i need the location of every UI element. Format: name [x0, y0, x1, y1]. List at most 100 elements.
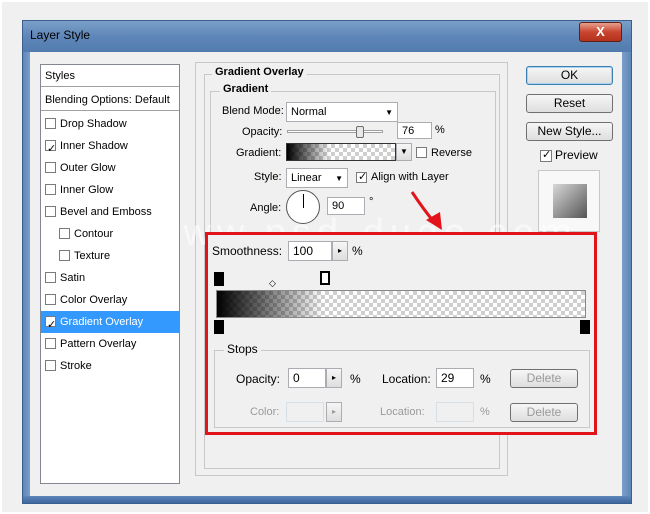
style-item-satin[interactable]: Satin [41, 267, 179, 289]
color-delete-button[interactable]: Delete [510, 403, 578, 422]
midpoint-diamond-icon[interactable]: ◇ [269, 278, 276, 289]
stop-location-unit: % [480, 372, 491, 386]
stop-opacity-stepper[interactable]: ▸ [326, 368, 342, 388]
checkbox[interactable] [45, 360, 56, 371]
style-item-label: Stroke [60, 360, 92, 372]
style-item-label: Drop Shadow [60, 118, 127, 130]
angle-input[interactable]: 90 [327, 197, 365, 215]
reset-button[interactable]: Reset [526, 94, 613, 113]
gradient-dropdown[interactable]: ▼ [396, 143, 412, 161]
opacity-stop-selected[interactable] [320, 271, 330, 285]
color-swatch[interactable] [286, 402, 324, 422]
chevron-down-icon: ▼ [385, 108, 393, 117]
opacity-input[interactable]: 76 [397, 122, 432, 139]
smoothness-input[interactable]: 100 [288, 241, 332, 261]
blend-mode-value: Normal [291, 106, 327, 118]
style-item-inner-shadow[interactable]: ✓ Inner Shadow [41, 135, 179, 157]
reverse-checkbox[interactable] [416, 147, 427, 158]
style-value: Linear [291, 172, 322, 184]
stop-location-label: Location: [382, 372, 431, 386]
style-item-texture[interactable]: Texture [41, 245, 179, 267]
style-item-drop-shadow[interactable]: Drop Shadow [41, 113, 179, 135]
angle-unit: ° [369, 196, 374, 208]
angle-needle [303, 194, 304, 208]
opacity-unit: % [435, 124, 445, 136]
style-item-gradient-overlay[interactable]: ✓ Gradient Overlay [41, 311, 179, 333]
color-location-input[interactable] [436, 402, 474, 422]
checkbox[interactable] [45, 184, 56, 195]
checkbox[interactable] [45, 162, 56, 173]
gradient-editor: Smoothness: 100 ▸ % ◇ Stops Opacity: 0 ▸… [205, 232, 597, 435]
ok-button[interactable]: OK [526, 66, 613, 85]
style-item-contour[interactable]: Contour [41, 223, 179, 245]
section-title: Gradient Overlay [212, 66, 307, 78]
gradient-group-title: Gradient [220, 83, 272, 95]
checkbox[interactable]: ✓ [45, 140, 56, 155]
checkbox[interactable] [45, 206, 56, 217]
color-location-label: Location: [380, 406, 425, 418]
preview-checkbox[interactable]: ✓ [540, 149, 552, 162]
stop-location-input[interactable]: 29 [436, 368, 474, 388]
preview-swatch [553, 184, 587, 218]
checkbox[interactable]: ✓ [45, 316, 56, 331]
checkbox[interactable] [45, 272, 56, 283]
styles-header[interactable]: Styles [41, 65, 179, 87]
stop-opacity-input[interactable]: 0 [288, 368, 326, 388]
color-stop-right[interactable] [580, 320, 590, 334]
checkbox[interactable] [45, 338, 56, 349]
style-item-bevel-and-emboss[interactable]: Bevel and Emboss [41, 201, 179, 223]
reverse-label: Reverse [431, 147, 472, 159]
new-style-button[interactable]: New Style... [526, 122, 613, 141]
delete-button[interactable]: Delete [510, 369, 578, 388]
title-bar[interactable] [22, 20, 632, 52]
checkbox[interactable] [45, 294, 56, 305]
checkbox[interactable] [45, 118, 56, 129]
preview-label: Preview [555, 148, 598, 162]
color-stop-left[interactable] [214, 320, 224, 334]
blend-mode-select[interactable]: Normal ▼ [286, 102, 398, 122]
style-item-label: Color Overlay [60, 294, 128, 306]
style-item-stroke[interactable]: Stroke [41, 355, 179, 377]
style-item-label: Outer Glow [60, 162, 116, 174]
color-arrow-icon[interactable]: ▸ [326, 402, 342, 422]
style-item-label: Inner Shadow [60, 140, 128, 152]
style-label: Style: [254, 171, 282, 183]
style-item-label: Gradient Overlay [60, 316, 144, 328]
color-location-unit: % [480, 406, 490, 418]
style-item-label: Texture [74, 250, 111, 262]
align-with-layer-checkbox[interactable]: ✓ [356, 171, 368, 183]
blend-mode-label: Blend Mode: [222, 105, 284, 117]
style-select[interactable]: Linear ▼ [286, 168, 348, 188]
layer-style-dialog: Layer Style X Styles Blending Options: D… [2, 2, 648, 512]
checkbox[interactable] [59, 250, 70, 261]
styles-list: Styles Blending Options: Default Drop Sh… [40, 64, 180, 484]
angle-dial[interactable] [286, 190, 320, 224]
gradient-label: Gradient: [236, 147, 282, 159]
window-frame-right [622, 52, 632, 496]
checkbox[interactable] [59, 228, 70, 239]
style-item-outer-glow[interactable]: Outer Glow [41, 157, 179, 179]
smoothness-label: Smoothness: [212, 244, 283, 258]
check-icon: ✓ [358, 171, 368, 183]
chevron-down-icon: ▼ [335, 174, 343, 183]
window-frame-bottom [22, 496, 632, 504]
close-button[interactable]: X [579, 22, 622, 42]
opacity-stop-left[interactable] [214, 272, 224, 286]
style-item-label: Satin [60, 272, 86, 284]
style-item-label: Pattern Overlay [60, 338, 137, 350]
align-with-layer-label: Align with Layer [371, 171, 449, 183]
style-item-pattern-overlay[interactable]: Pattern Overlay [41, 333, 179, 355]
style-item-color-overlay[interactable]: Color Overlay [41, 289, 179, 311]
opacity-slider[interactable] [287, 130, 383, 133]
smoothness-stepper[interactable]: ▸ [332, 241, 348, 261]
angle-label: Angle: [250, 202, 282, 214]
opacity-slider-thumb[interactable] [355, 126, 364, 138]
gradient-bar[interactable] [216, 290, 586, 318]
gradient-picker[interactable] [286, 143, 396, 161]
dialog-client: Styles Blending Options: Default Drop Sh… [30, 52, 622, 496]
style-item-inner-glow[interactable]: Inner Glow [41, 179, 179, 201]
blending-options[interactable]: Blending Options: Default [41, 89, 179, 111]
style-item-label: Bevel and Emboss [60, 206, 152, 218]
opacity-label: Opacity: [242, 126, 283, 138]
annotation-arrow-icon [410, 191, 442, 230]
